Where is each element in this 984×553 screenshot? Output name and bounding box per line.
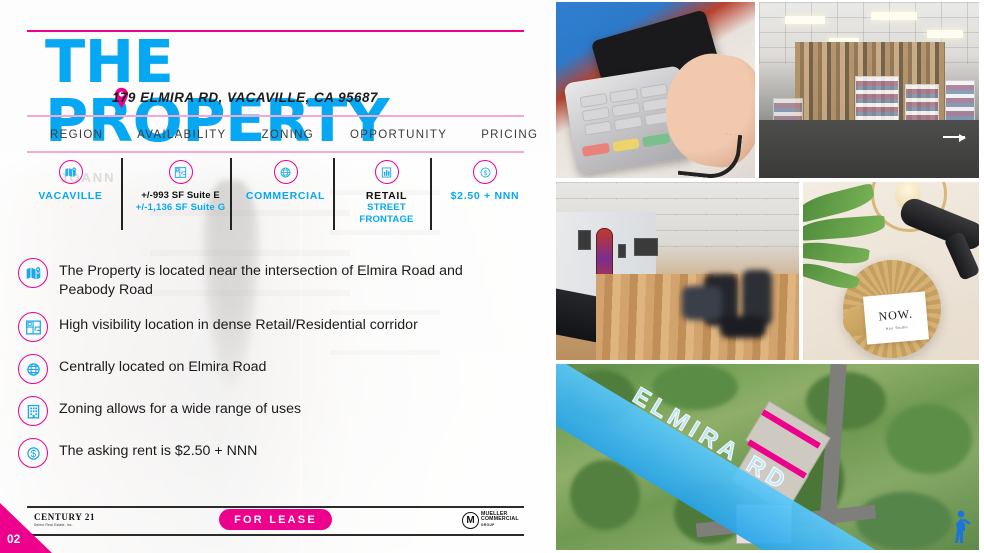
dollar-icon: $ [18,438,48,468]
stat-region: VACAVILLE [14,160,127,238]
building-icon [18,396,48,426]
nav-row: REGION AVAILABILITY ZONING OPPORTUNITY P… [27,122,537,148]
dollar-icon: $ [473,160,497,184]
mueller-line-2: COMMERCIAL [481,516,519,523]
bullet-list: The Property is located near the interse… [18,258,538,480]
bullet-item: $ The asking rent is $2.50 + NNN [18,438,538,468]
payment-terminal-photo [556,2,755,178]
for-lease-label: FOR LEASE [234,513,317,526]
retail-store-interior-photo [759,2,979,178]
bullet-item: Zoning allows for a wide range of uses [18,396,538,426]
bullet-text: The asking rent is $2.50 + NNN [59,443,258,459]
stat-opportunity-label: RETAIL [365,190,408,202]
page-number: 02 [7,532,21,546]
bullet-item: High visibility location in dense Retail… [18,312,538,342]
bullet-text: High visibility location in dense Retail… [59,317,418,333]
nav-item-opportunity[interactable]: OPPORTUNITY [350,129,447,141]
nav-item-availability[interactable]: AVAILABILITY [137,129,226,141]
stat-zoning-label: COMMERCIAL [245,190,326,202]
divider-mid [27,115,524,117]
barbershop-interior-photo [556,182,799,360]
mueller-commercial-logo: M MUELLER COMMERCIAL GROUP [462,510,519,530]
bullet-item: The Property is located near the interse… [18,258,538,300]
photo-grid: NOW. Hair Studio ELMIRA RD [551,0,984,553]
floor-plan-icon [18,312,48,342]
photo-gap [551,360,984,364]
stats-row: VACAVILLE +/-993 SF Suite E +/-1,136 SF … [14,158,534,238]
bullet-text: Zoning allows for a wide range of uses [59,401,302,417]
stat-opportunity: RETAIL STREET FRONTAGE [333,158,436,238]
photo-gap [799,180,803,364]
for-lease-badge[interactable]: FOR LEASE [219,509,332,530]
left-panel: JOANN THE PROPERTY 179 ELMIRA RD, VACAVI… [0,0,551,553]
pedestrian-icon [951,510,971,544]
photo-gap [551,178,984,182]
stat-opportunity-label2: STREET [367,202,406,213]
stat-zoning: COMMERCIAL [230,158,337,238]
salon-flatlay-photo: NOW. Hair Studio [803,182,979,360]
stat-region-label: VACAVILLE [38,190,103,202]
map-pin-icon [58,160,83,184]
svg-text:$: $ [483,170,487,177]
globe-icon [273,160,298,184]
mueller-m-mark: M [462,511,479,529]
floor-plan-icon [168,160,193,184]
aerial-site-photo: ELMIRA RD [556,364,979,550]
salon-card-title: NOW. [877,306,914,324]
photo-gap [755,0,759,180]
mueller-line-3: GROUP [481,522,495,527]
stat-availability: +/-993 SF Suite E +/-1,136 SF Suite G [121,158,234,238]
divider-bottom [27,151,524,153]
chart-building-icon [374,160,399,184]
globe-icon [18,354,48,384]
slide-root: JOANN THE PROPERTY 179 ELMIRA RD, VACAVI… [0,0,984,553]
footer-divider-top [27,506,524,508]
bullet-text: Centrally located on Elmira Road [59,359,267,375]
nav-item-pricing[interactable]: PRICING [481,129,538,141]
stat-availability-label: +/-993 SF Suite E [141,190,220,201]
stat-pricing-label: $2.50 + NNN [450,190,520,202]
bullet-item: Centrally located on Elmira Road [18,354,538,384]
map-pin-icon [18,258,48,288]
stat-availability-sub: +/-1,136 SF Suite G [135,202,226,213]
property-address: 179 ELMIRA RD, VACAVILLE, CA 95687 [112,90,378,105]
page-number-corner: 02 [0,503,52,553]
nav-item-region[interactable]: REGION [50,129,103,141]
stat-pricing: $ $2.50 + NNN [430,158,534,238]
nav-item-zoning[interactable]: ZONING [262,129,315,141]
salon-card: NOW. Hair Studio [863,291,929,345]
bullet-text: The Property is located near the interse… [59,263,463,298]
svg-text:$: $ [30,449,36,460]
footer-divider-bottom [27,534,524,536]
stat-opportunity-label3: FRONTAGE [359,214,414,225]
